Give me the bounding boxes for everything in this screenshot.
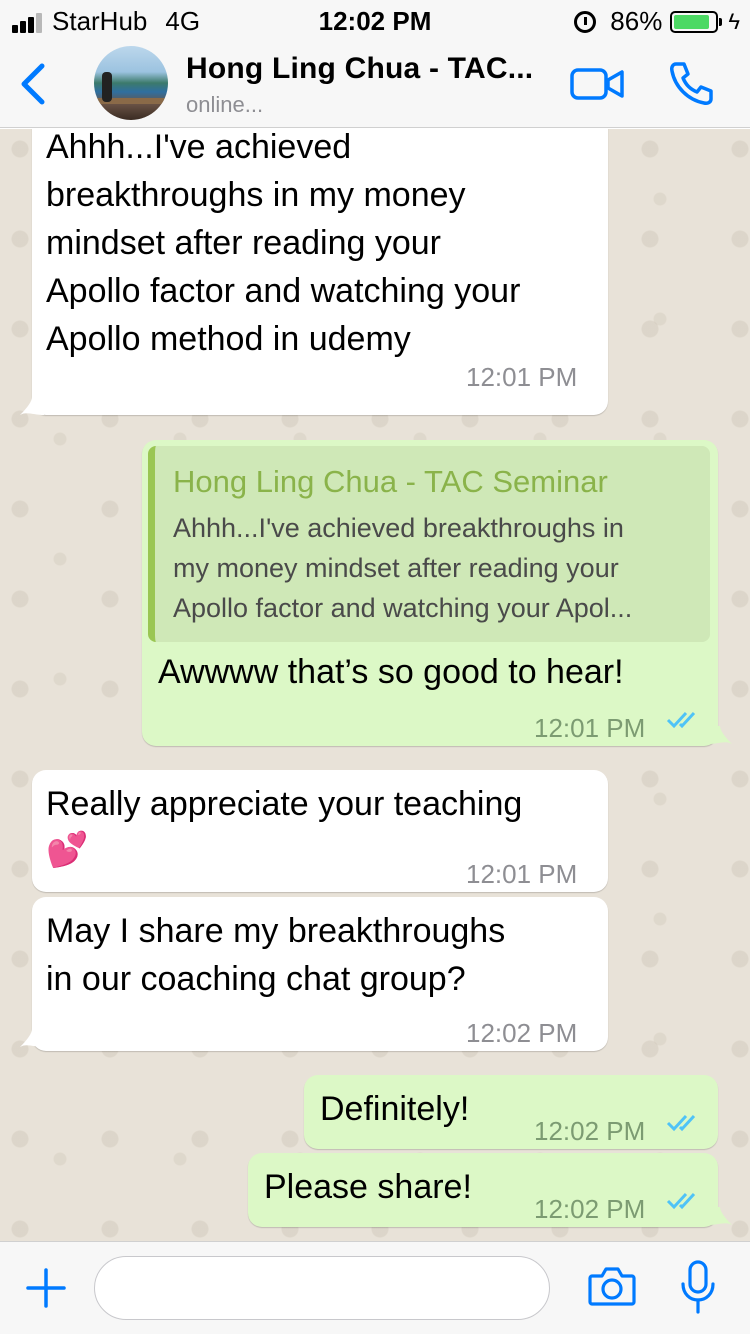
- message-time: 12:01 PM: [466, 362, 578, 392]
- message-text: May I share my breakthroughs in our coac…: [46, 907, 505, 1003]
- back-icon[interactable]: [14, 60, 54, 108]
- bubble-tail: [708, 726, 732, 744]
- read-receipt-icon: [666, 1114, 696, 1132]
- video-call-icon[interactable]: [570, 66, 624, 102]
- message-time: 12:02 PM: [466, 1018, 578, 1048]
- microphone-icon[interactable]: [680, 1260, 716, 1316]
- message-outgoing[interactable]: Definitely! 12:02 PM: [304, 1075, 718, 1149]
- battery-fill: [674, 14, 709, 29]
- message-line: Apollo factor and watching your: [46, 272, 521, 310]
- charging-icon: ϟ: [728, 8, 740, 34]
- chat-header: Hong Ling Chua - TAC... online...: [0, 40, 750, 128]
- camera-icon[interactable]: [588, 1264, 636, 1308]
- battery-percent: 86%: [610, 6, 663, 36]
- quoted-sender: Hong Ling Chua - TAC Seminar: [173, 464, 608, 499]
- message-input[interactable]: [94, 1256, 550, 1320]
- message-line: mindset after reading your: [46, 224, 441, 262]
- bubble-tail: [708, 1207, 732, 1225]
- message-text: Awwww that’s so good to hear!: [158, 653, 624, 691]
- message-line: in our coaching chat group?: [46, 960, 466, 998]
- read-receipt-icon: [666, 1192, 696, 1210]
- battery-icon: [670, 10, 723, 33]
- message-text: Please share!: [264, 1168, 472, 1206]
- message-outgoing[interactable]: Hong Ling Chua - TAC Seminar Ahhh...I've…: [142, 440, 718, 746]
- quoted-message[interactable]: Hong Ling Chua - TAC Seminar Ahhh...I've…: [148, 446, 710, 642]
- contact-name[interactable]: Hong Ling Chua - TAC...: [186, 52, 533, 86]
- emoji: 💕: [46, 831, 89, 869]
- quoted-line: Ahhh...I've achieved breakthroughs in: [173, 513, 624, 543]
- avatar[interactable]: [94, 46, 168, 120]
- status-bar: StarHub 4G 12:02 PM 86% ϟ: [0, 0, 750, 40]
- message-incoming[interactable]: Really appreciate your teaching 💕 12:01 …: [32, 770, 608, 892]
- bubble-tail: [20, 1029, 44, 1047]
- message-text: Ahhh...I've achieved breakthroughs in my…: [46, 129, 606, 363]
- contact-status: online...: [186, 92, 264, 117]
- quoted-line: Apollo factor and watching your Apol...: [173, 593, 633, 623]
- message-time: 12:02 PM: [534, 1194, 646, 1224]
- plus-icon[interactable]: [26, 1268, 66, 1308]
- quoted-line: my money mindset after reading your: [173, 553, 619, 583]
- read-receipt-icon: [666, 711, 696, 729]
- message-incoming[interactable]: Ahhh...I've achieved breakthroughs in my…: [32, 129, 608, 415]
- message-line: breakthroughs in my money: [46, 176, 466, 214]
- message-line: Ahhh...I've achieved: [46, 129, 352, 166]
- message-time: 12:02 PM: [534, 1116, 646, 1146]
- message-text: Definitely!: [320, 1090, 470, 1128]
- phone-call-icon[interactable]: [668, 60, 714, 106]
- chat-area[interactable]: Ahhh...I've achieved breakthroughs in my…: [0, 129, 750, 1241]
- status-right: 86% ϟ: [574, 6, 740, 37]
- message-text: Really appreciate your teaching: [46, 785, 523, 823]
- message-line: May I share my breakthroughs: [46, 912, 506, 950]
- message-time: 12:01 PM: [466, 859, 578, 889]
- bubble-tail: [20, 397, 44, 415]
- alarm-icon: [574, 10, 597, 33]
- message-outgoing[interactable]: Please share! 12:02 PM: [248, 1153, 718, 1227]
- message-time: 12:01 PM: [534, 713, 646, 743]
- input-bar: [0, 1241, 750, 1334]
- message-incoming[interactable]: May I share my breakthroughs in our coac…: [32, 897, 608, 1051]
- quoted-text: Ahhh...I've achieved breakthroughs in my…: [173, 508, 703, 628]
